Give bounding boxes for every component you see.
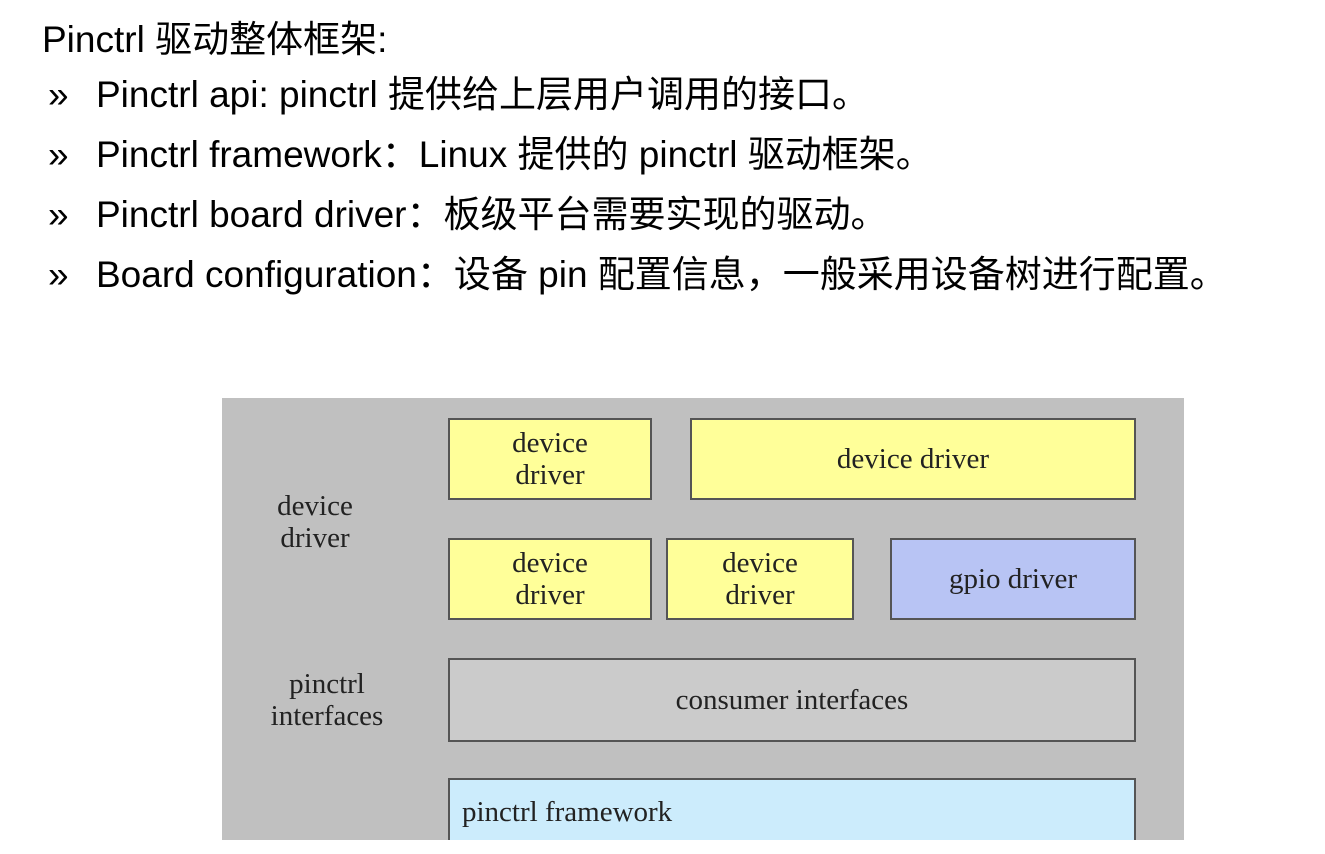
box-label: device driver (836, 443, 990, 475)
box-label: gpio driver (948, 563, 1078, 595)
label-line: device (277, 490, 353, 522)
device-driver-layer-label: device driver (250, 490, 380, 554)
box-line: driver (725, 579, 795, 611)
bullet-item: » Pinctrl board driver：板级平台需要实现的驱动。 (42, 192, 1312, 238)
bullet-text: Pinctrl framework：Linux 提供的 pinctrl 驱动框架… (96, 134, 933, 175)
box-line: device (722, 547, 798, 579)
pinctrl-framework-box: pinctrl framework (448, 778, 1136, 840)
device-driver-box: device driver (448, 418, 652, 500)
label-line: pinctrl (289, 668, 365, 700)
device-driver-box: device driver (448, 538, 652, 620)
bullet-item: » Board configuration：设备 pin 配置信息，一般采用设备… (42, 252, 1312, 298)
bullet-mark: » (48, 74, 69, 115)
device-driver-box: device driver (666, 538, 854, 620)
label-line: interfaces (270, 700, 384, 732)
bullet-mark: » (48, 194, 69, 235)
bullet-item: » Pinctrl api: pinctrl 提供给上层用户调用的接口。 (42, 72, 1312, 118)
bullet-text: Pinctrl api: pinctrl 提供给上层用户调用的接口。 (96, 74, 869, 115)
bullet-mark: » (48, 134, 69, 175)
box-label: consumer interfaces (675, 684, 909, 716)
pinctrl-interfaces-layer-label: pinctrl interfaces (252, 668, 402, 732)
gpio-driver-box: gpio driver (890, 538, 1136, 620)
label-line: driver (280, 522, 350, 554)
bullet-list: » Pinctrl api: pinctrl 提供给上层用户调用的接口。 » P… (42, 72, 1312, 312)
bullet-text: Pinctrl board driver：板级平台需要实现的驱动。 (96, 194, 888, 235)
consumer-interfaces-box: consumer interfaces (448, 658, 1136, 742)
pinctrl-architecture-diagram: device driver pinctrl interfaces device … (222, 398, 1184, 840)
bullet-mark: » (48, 254, 69, 295)
box-line: device (512, 427, 588, 459)
bullet-item: » Pinctrl framework：Linux 提供的 pinctrl 驱动… (42, 132, 1312, 178)
box-label: pinctrl framework (462, 796, 673, 828)
device-driver-box-wide: device driver (690, 418, 1136, 500)
box-line: device (512, 547, 588, 579)
page-heading: Pinctrl 驱动整体框架: (42, 19, 388, 60)
box-line: driver (515, 459, 585, 491)
box-line: driver (515, 579, 585, 611)
bullet-text: Board configuration：设备 pin 配置信息，一般采用设备树进… (96, 254, 1227, 295)
